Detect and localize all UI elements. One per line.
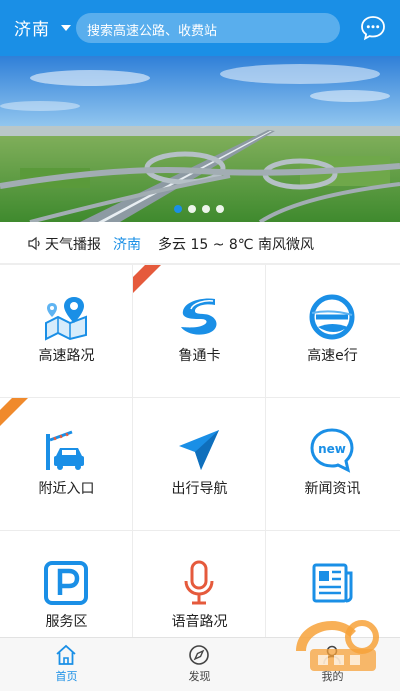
promo-ribbon (133, 265, 161, 293)
service-lutong-card[interactable]: 鲁通卡 (133, 265, 266, 398)
search-placeholder: 搜索高速公路、收费站 (87, 24, 218, 39)
banner-carousel[interactable] (0, 56, 400, 222)
microphone-icon (184, 560, 214, 605)
promo-ribbon (0, 398, 28, 426)
service-grid: 高速路况 鲁通卡 高速e行 附近入口 出行导航 new 新闻资讯 服务区 语音路… (0, 265, 400, 637)
service-label: 附近入口 (38, 481, 95, 497)
service-label: 服务区 (45, 614, 88, 630)
service-label: 语音路况 (171, 614, 228, 630)
service-nearby-entrance[interactable]: 附近入口 (0, 398, 133, 531)
tab-label: 首页 (55, 670, 78, 683)
service-label: 鲁通卡 (178, 348, 221, 364)
service-news[interactable]: new 新闻资讯 (266, 398, 400, 531)
weather-label: 天气播报 (45, 237, 101, 253)
weather-description: 多云 15 ~ 8℃ 南风微风 (158, 237, 314, 253)
newspaper-icon (312, 563, 353, 603)
tab-label: 发现 (188, 670, 211, 683)
tab-discover[interactable]: 发现 (133, 638, 266, 691)
highway-interchange-image (0, 56, 400, 222)
carousel-indicator (0, 205, 400, 215)
chevron-down-icon[interactable] (61, 25, 71, 31)
city-selector[interactable]: 济南 (14, 15, 50, 40)
service-navigation[interactable]: 出行导航 (133, 398, 266, 531)
top-bar: 济南 搜索高速公路、收费站 (0, 0, 400, 56)
svg-text:new: new (318, 442, 346, 456)
watermark-logo (296, 620, 379, 671)
weather-broadcast[interactable]: 天气播报 济南 多云 15 ~ 8℃ 南风微风 (0, 222, 400, 264)
lutong-card-icon (181, 298, 217, 335)
speaker-icon (28, 236, 40, 251)
service-label: 高速e行 (307, 348, 358, 364)
carousel-dot[interactable] (202, 205, 210, 213)
carousel-dot[interactable] (216, 205, 224, 213)
carousel-dot[interactable] (188, 205, 196, 213)
weather-city: 济南 (113, 237, 141, 253)
service-label: 新闻资讯 (304, 481, 361, 497)
service-label: 出行导航 (171, 481, 228, 497)
service-e-travel[interactable]: 高速e行 (266, 265, 400, 398)
map-pin-icon (45, 297, 87, 341)
navigation-arrow-icon (179, 430, 219, 470)
service-voice-traffic[interactable]: 语音路况 (133, 531, 266, 637)
news-bubble-icon: new (310, 428, 354, 473)
parking-icon (44, 561, 88, 605)
search-input[interactable]: 搜索高速公路、收费站 (76, 13, 340, 43)
service-label: 高速路况 (38, 348, 95, 364)
e-travel-icon (309, 294, 355, 340)
carousel-dot[interactable] (174, 205, 182, 213)
service-highway-traffic[interactable]: 高速路况 (0, 265, 133, 398)
home-icon (56, 644, 76, 665)
service-service-area[interactable]: 服务区 (0, 531, 133, 637)
tab-home[interactable]: 首页 (0, 638, 133, 691)
message-icon[interactable] (360, 15, 386, 41)
compass-icon (189, 645, 209, 665)
car-entrance-icon (46, 430, 84, 470)
